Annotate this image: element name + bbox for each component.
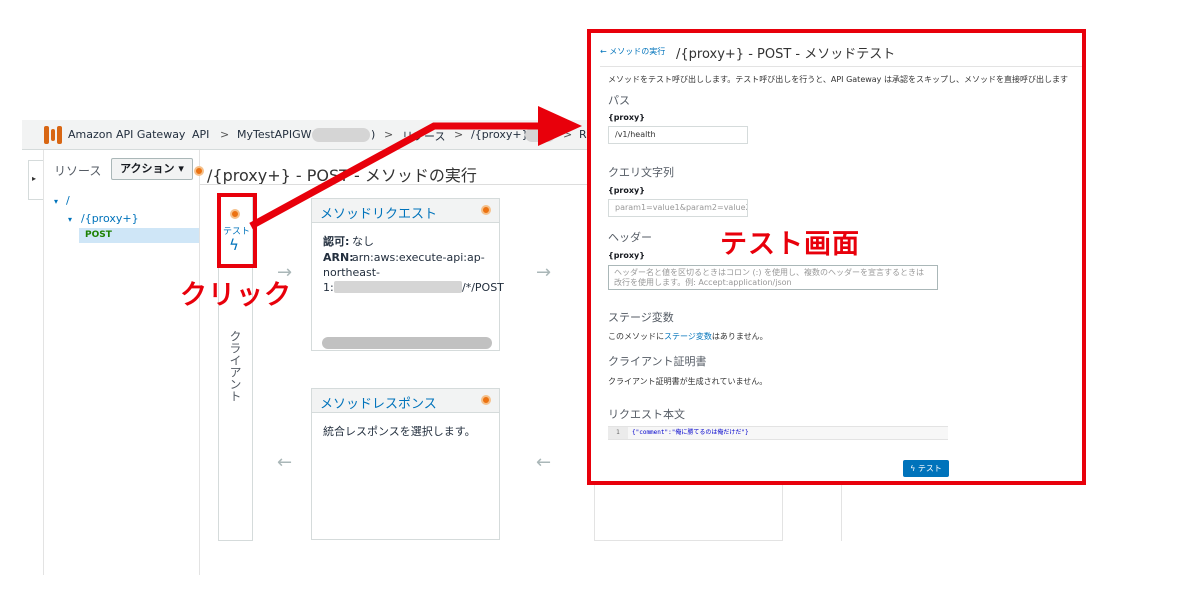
- request-body-heading: リクエスト本文: [608, 408, 685, 421]
- dialog-divider: [600, 66, 1082, 67]
- run-test-button[interactable]: ϟ テスト: [903, 460, 949, 477]
- stage-variables-heading: ステージ変数: [608, 311, 674, 324]
- stage-variables-text-after: はありません。: [711, 332, 768, 341]
- query-string-input[interactable]: param1=value1&param2=value2: [608, 199, 748, 217]
- headers-textarea[interactable]: ヘッダー名と値を区切るときはコロン (:) を使用し、複数のヘッダーを宣言すると…: [608, 265, 938, 290]
- stage-variables-note: このメソッドにステージ変数はありません。: [608, 331, 768, 342]
- back-to-execution-link[interactable]: ← メソッドの実行: [600, 46, 665, 57]
- request-body-editor[interactable]: 1 {"comment":"俺に勝てるのは俺だけだ"}: [608, 426, 948, 440]
- headers-param-label: {proxy}: [608, 251, 645, 260]
- headers-section-heading: ヘッダー: [608, 231, 652, 244]
- path-param-label: {proxy}: [608, 113, 645, 122]
- query-section-heading: クエリ文字列: [608, 166, 674, 179]
- client-cert-note: クライアント証明書が生成されていません。: [608, 377, 768, 386]
- screenshot-stage: Amazon API Gateway API > MyTestAPIGW ( )…: [0, 0, 1200, 601]
- query-param-label: {proxy}: [608, 186, 645, 195]
- dialog-description: メソッドをテスト呼び出しします。テスト呼び出しを行うと、API Gateway …: [608, 75, 1068, 84]
- path-param-input[interactable]: /v1/health: [608, 126, 748, 144]
- stage-variables-link[interactable]: ステージ変数: [664, 332, 712, 341]
- client-cert-heading: クライアント証明書: [608, 355, 707, 368]
- line-number: 1: [608, 427, 628, 439]
- stage-variables-text-before: このメソッドに: [608, 332, 664, 341]
- path-section-heading: パス: [608, 94, 630, 107]
- dialog-title: /{proxy+} - POST - メソッドテスト: [676, 47, 896, 62]
- request-body-code[interactable]: {"comment":"俺に勝てるのは俺だけだ"}: [632, 427, 749, 439]
- method-test-dialog: ← メソッドの実行 /{proxy+} - POST - メソッドテスト メソッ…: [587, 29, 1086, 485]
- test-screen-annotation: テスト画面: [720, 229, 860, 260]
